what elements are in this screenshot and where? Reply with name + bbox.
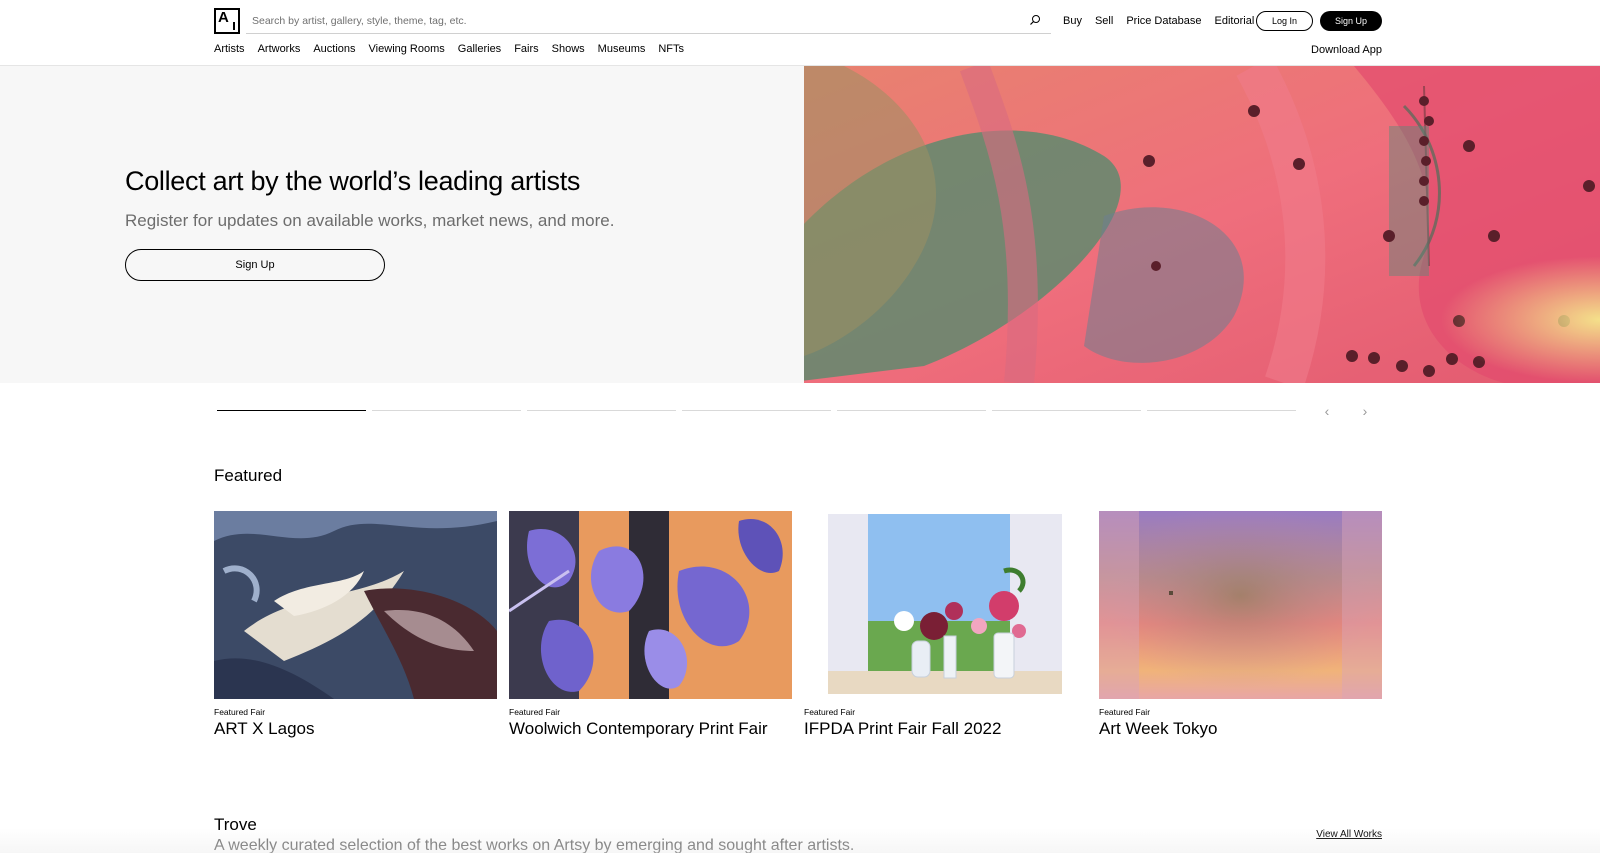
chevron-left-icon[interactable]: ‹: [1319, 403, 1335, 419]
featured-card[interactable]: Featured Fair Woolwich Contemporary Prin…: [509, 511, 792, 739]
trove-heading: Trove: [214, 815, 257, 834]
card-title[interactable]: IFPDA Print Fair Fall 2022: [804, 719, 1087, 739]
carousel-progress: [217, 410, 1302, 411]
carousel-segment[interactable]: [372, 410, 521, 411]
site-header: A Buy Sell Price Database Editorial Log …: [0, 0, 1600, 66]
card-image[interactable]: [214, 511, 497, 699]
link-editorial[interactable]: Editorial: [1215, 15, 1255, 27]
featured-heading: Featured: [214, 466, 283, 485]
card-image[interactable]: [509, 511, 792, 699]
search-bar: [246, 8, 1051, 34]
main-nav: Artists Artworks Auctions Viewing Rooms …: [214, 43, 697, 55]
card-title[interactable]: Woolwich Contemporary Print Fair: [509, 719, 792, 739]
login-button[interactable]: Log In: [1256, 11, 1313, 31]
nav-artworks[interactable]: Artworks: [258, 43, 301, 55]
card-title[interactable]: ART X Lagos: [214, 719, 497, 739]
logo-letter: A: [218, 9, 229, 26]
card-title[interactable]: Art Week Tokyo: [1099, 719, 1382, 739]
card-kicker: Featured Fair: [509, 707, 561, 717]
nav-museums[interactable]: Museums: [598, 43, 646, 55]
card-image[interactable]: [804, 511, 1087, 699]
top-links: Buy Sell Price Database Editorial: [1063, 11, 1267, 31]
download-app-link[interactable]: Download App: [1311, 44, 1382, 56]
link-buy[interactable]: Buy: [1063, 15, 1082, 27]
card-kicker: Featured Fair: [214, 707, 266, 717]
carousel-segment[interactable]: [682, 410, 831, 411]
hero-title: Collect art by the world’s leading artis…: [125, 166, 581, 196]
search-icon[interactable]: [1029, 14, 1041, 26]
carousel-segment[interactable]: [1147, 410, 1296, 411]
hero-subtitle: Register for updates on available works,…: [125, 211, 615, 230]
card-kicker: Featured Fair: [804, 707, 856, 717]
nav-viewing-rooms[interactable]: Viewing Rooms: [369, 43, 445, 55]
view-all-works-link[interactable]: View All Works: [1316, 829, 1382, 840]
hero-banner: Collect art by the world’s leading artis…: [0, 66, 1600, 383]
artsy-logo[interactable]: A: [214, 8, 240, 34]
nav-artists[interactable]: Artists: [214, 43, 245, 55]
card-kicker: Featured Fair: [1099, 707, 1151, 717]
nav-shows[interactable]: Shows: [552, 43, 585, 55]
nav-fairs[interactable]: Fairs: [514, 43, 538, 55]
chevron-right-icon[interactable]: ›: [1357, 403, 1373, 419]
nav-nfts[interactable]: NFTs: [658, 43, 684, 55]
link-sell[interactable]: Sell: [1095, 15, 1113, 27]
hero-signup-button[interactable]: Sign Up: [125, 249, 385, 281]
carousel-segment[interactable]: [992, 410, 1141, 411]
carousel-segment[interactable]: [217, 410, 366, 411]
carousel-segment[interactable]: [527, 410, 676, 411]
signup-button[interactable]: Sign Up: [1320, 11, 1382, 31]
featured-card[interactable]: Featured Fair IFPDA Print Fair Fall 2022: [804, 511, 1087, 739]
trove-subtitle: A weekly curated selection of the best w…: [214, 837, 855, 853]
nav-auctions[interactable]: Auctions: [313, 43, 355, 55]
featured-card[interactable]: Featured Fair Art Week Tokyo: [1099, 511, 1382, 739]
hero-artwork-image[interactable]: [804, 66, 1600, 383]
nav-galleries[interactable]: Galleries: [458, 43, 501, 55]
featured-card[interactable]: Featured Fair ART X Lagos: [214, 511, 497, 739]
hero-text-panel: Collect art by the world’s leading artis…: [0, 66, 804, 383]
carousel-segment[interactable]: [837, 410, 986, 411]
link-price-database[interactable]: Price Database: [1126, 15, 1201, 27]
logo-mark: [233, 22, 235, 30]
search-input[interactable]: [252, 12, 1012, 30]
card-image[interactable]: [1099, 511, 1382, 699]
